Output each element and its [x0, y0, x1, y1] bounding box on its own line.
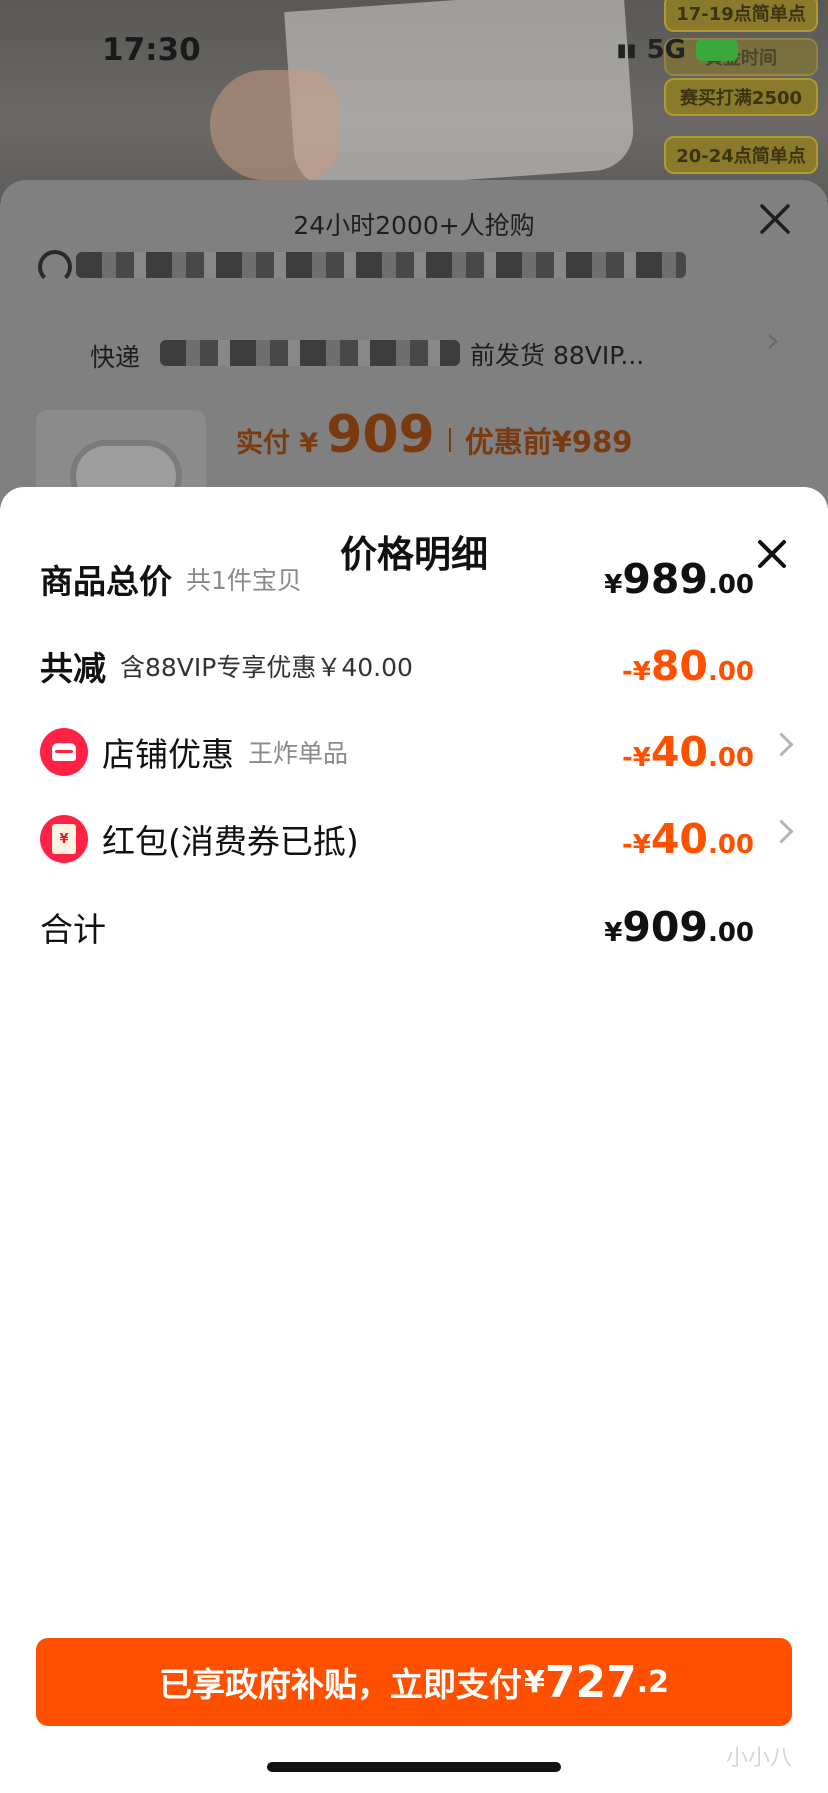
row-amount: ¥ 989 .00: [604, 555, 754, 603]
row-label: 共减: [40, 649, 106, 688]
status-time: 17:30: [102, 32, 201, 68]
close-icon[interactable]: [758, 202, 792, 236]
row-amount: ¥ 909 .00: [604, 903, 754, 951]
row-sub: 共1件宝贝: [186, 566, 302, 595]
pay-amount-dec: .2: [636, 1664, 669, 1700]
amount-dec: .00: [707, 918, 754, 948]
original-price: 优惠前¥989: [464, 425, 633, 459]
row-label: 合计: [40, 910, 106, 949]
amount-sign: ¥: [604, 918, 623, 948]
row-store-discount[interactable]: 店铺优惠 王炸单品 -¥ 40 .00: [40, 722, 794, 782]
amount-dec: .00: [707, 570, 754, 600]
amount-int: 989: [622, 555, 708, 603]
promo-tag: 20-24点简单点: [664, 136, 818, 174]
battery-icon: [696, 39, 738, 61]
red-packet-icon: ¥: [40, 815, 88, 863]
paid-label: 实付 ¥: [236, 428, 319, 459]
paid-amount: 909: [326, 405, 435, 465]
redacted-address: [76, 252, 686, 278]
pay-button-label: 已享政府补贴，立即支付: [158, 1665, 522, 1704]
status-bar: 17:30 ▮▮ 5G: [0, 0, 828, 100]
row-total-discount: 共减 含88VIP专享优惠￥40.00 -¥ 80 .00: [40, 636, 790, 696]
row-red-packet[interactable]: ¥ 红包(消费券已抵) -¥ 40 .00: [40, 809, 794, 869]
express-label: 快递: [90, 343, 141, 372]
row-amount: -¥ 80 .00: [622, 642, 754, 690]
chevron-right-icon: ›: [765, 320, 780, 361]
amount-sign: -¥: [621, 743, 651, 773]
amount-dec: .00: [707, 743, 754, 773]
amount-sign: -¥: [621, 657, 651, 687]
store-icon: [40, 728, 88, 776]
purchase-sheet-background: 24小时2000+人抢购 快递 前发货 88VIP... › 实付 ¥ 909 …: [0, 180, 828, 530]
pay-amount-sign: ¥: [523, 1664, 545, 1700]
redacted-delivery: [160, 340, 460, 366]
row-label: 商品总价: [40, 562, 172, 601]
row-goods-total: 商品总价 共1件宝贝 ¥ 989 .00: [40, 549, 790, 609]
home-indicator[interactable]: [267, 1762, 561, 1772]
row-label: 店铺优惠: [102, 735, 234, 774]
amount-sign: -¥: [621, 830, 651, 860]
chevron-right-icon[interactable]: [769, 732, 794, 757]
amount-int: 40: [650, 815, 708, 863]
ship-text: 前发货 88VIP...: [470, 341, 645, 370]
address-icon: [38, 250, 72, 284]
row-label: 红包(消费券已抵): [102, 822, 359, 861]
paid-price: 实付 ¥ 909 优惠前¥989: [236, 405, 632, 465]
amount-int: 80: [650, 642, 708, 690]
row-grand-total: 合计 ¥ 909 .00: [40, 897, 790, 957]
row-sub: 含88VIP专享优惠￥40.00: [120, 653, 413, 682]
pay-now-button[interactable]: 已享政府补贴，立即支付 ¥ 727 .2: [36, 1638, 792, 1726]
price-detail-sheet: 价格明细 商品总价 共1件宝贝 ¥ 989 .00 共减 含88VIP专享优惠￥…: [0, 487, 828, 1793]
purchase-sheet-title: 24小时2000+人抢购: [293, 211, 535, 240]
amount-int: 40: [650, 728, 708, 776]
row-amount: -¥ 40 .00: [622, 728, 754, 776]
pay-amount-int: 727: [544, 1656, 637, 1708]
network-label: 5G: [646, 35, 686, 65]
signal-icon: ▮▮: [616, 39, 637, 61]
price-separator: [448, 428, 451, 452]
amount-sign: ¥: [604, 570, 623, 600]
row-amount: -¥ 40 .00: [622, 815, 754, 863]
amount-int: 909: [622, 903, 708, 951]
row-sub: 王炸单品: [248, 739, 349, 768]
amount-dec: .00: [707, 657, 754, 687]
chevron-right-icon[interactable]: [769, 819, 794, 844]
watermark: 小小八: [725, 1746, 792, 1771]
status-indicators: ▮▮ 5G: [617, 35, 738, 65]
amount-dec: .00: [707, 830, 754, 860]
